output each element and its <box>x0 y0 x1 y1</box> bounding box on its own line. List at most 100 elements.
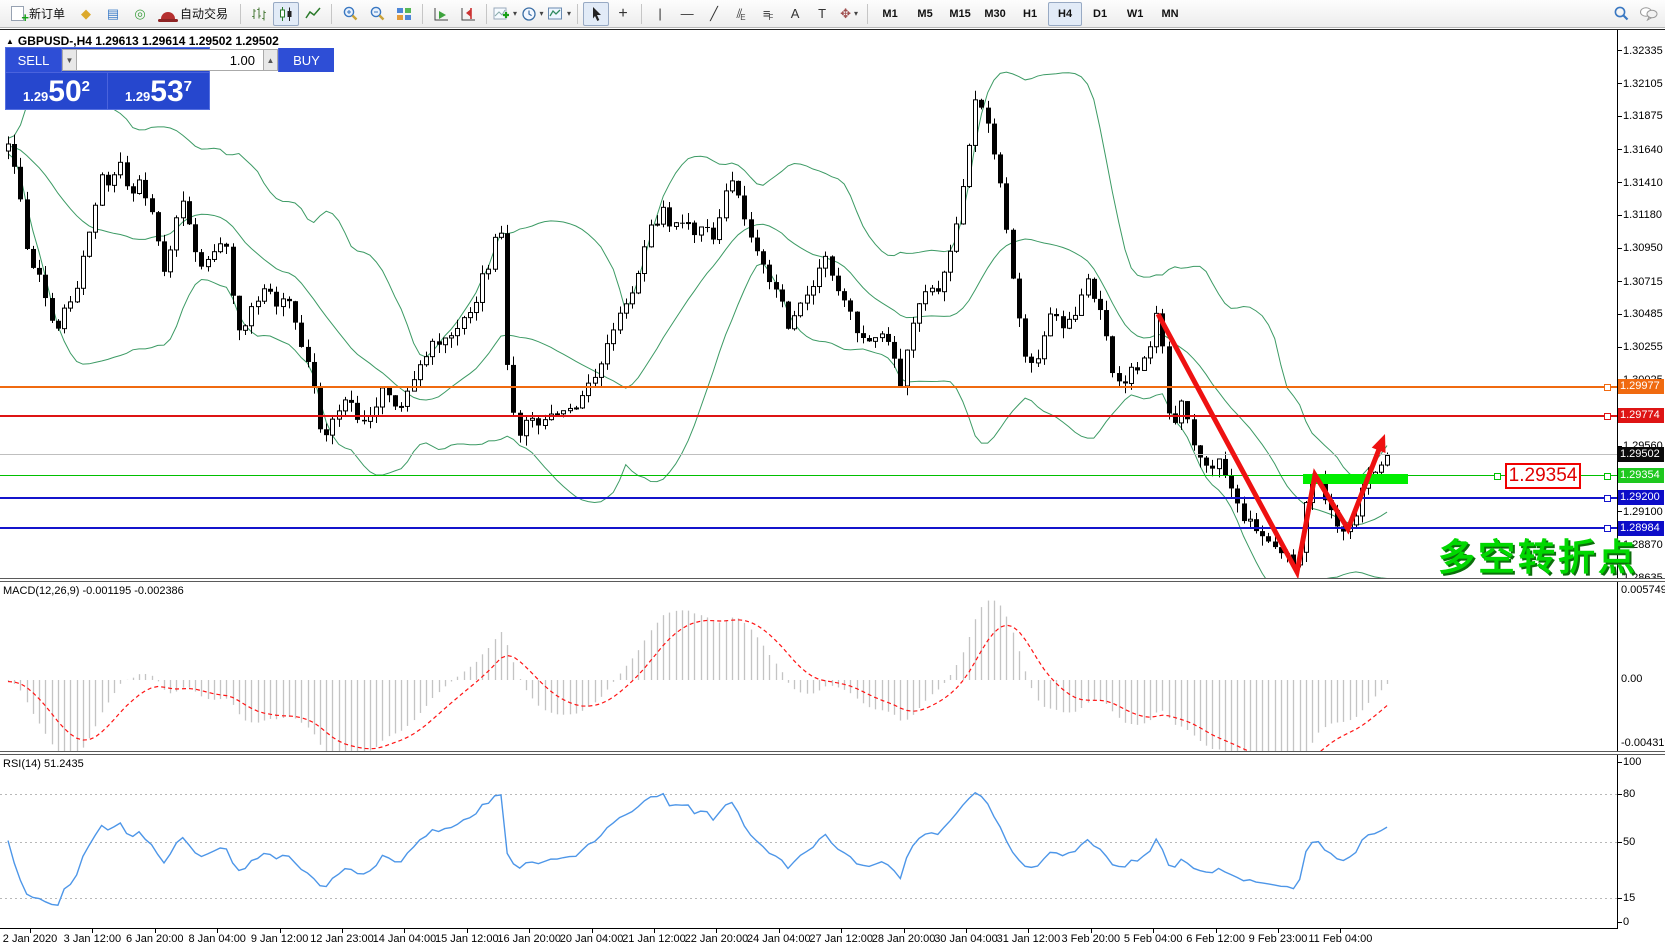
chat-icon[interactable] <box>1635 2 1661 26</box>
pane-separator-macd[interactable] <box>0 578 1665 582</box>
rsi-canvas[interactable] <box>0 755 1617 928</box>
indicators-icon-glyph <box>493 7 510 19</box>
candlestick-chart-icon-glyph <box>287 10 292 17</box>
rsi-tick <box>1618 921 1622 923</box>
arrows-icon-glyph: ▾ <box>854 9 859 18</box>
chart-shift-icon[interactable] <box>455 2 481 26</box>
new-order-button[interactable]: + 新订单 <box>4 2 72 26</box>
candlestick-chart-icon[interactable] <box>273 1 300 26</box>
tf-m15-button[interactable]: M15 <box>943 2 977 26</box>
resistance-line-orange-endpoint[interactable] <box>1604 383 1611 391</box>
line-chart-icon[interactable] <box>300 2 326 26</box>
resistance-line-red-label: 1.29774 <box>1618 408 1664 424</box>
tf-mn-button[interactable]: MN <box>1153 2 1187 26</box>
chat-icon-glyph <box>1646 9 1657 19</box>
time-tick-label: 14 Jan 04:00 <box>372 933 437 945</box>
resistance-line-red-endpoint[interactable] <box>1604 412 1611 420</box>
tf-w1-button-glyph: W1 <box>1126 7 1144 20</box>
buy-button[interactable]: BUY <box>278 48 334 72</box>
arrows-icon-glyph: ✥ <box>840 6 851 21</box>
price-tick-label: 1.32335 <box>1623 44 1663 57</box>
annotation-canvas[interactable] <box>0 31 1617 578</box>
collapse-icon[interactable]: ▲ <box>6 37 14 46</box>
time-tick-label: 3 Feb 20:00 <box>1061 933 1121 945</box>
time-tick-label: 22 Jan 20:00 <box>684 933 749 945</box>
turning-point-annotation[interactable]: 多空转折点 <box>1438 527 1638 581</box>
text-icon[interactable]: A <box>782 2 808 26</box>
community-icon-glyph: ◎ <box>134 6 146 21</box>
chart-title: ▲ GBPUSD-,H4 1.29613 1.29614 1.29502 1.29… <box>6 34 279 48</box>
rsi-indicator-label: RSI(14) 51.2435 <box>3 758 84 770</box>
price-tick <box>1618 149 1622 151</box>
diamond-icon[interactable]: ◆ <box>73 2 99 26</box>
support-line-green-endpoint[interactable] <box>1494 472 1501 480</box>
auto-scroll-icon[interactable] <box>428 2 454 26</box>
crosshair-icon[interactable]: + <box>610 2 636 26</box>
pane-separator-rsi[interactable] <box>0 751 1665 755</box>
vertical-line-icon-glyph: | <box>658 6 662 21</box>
templates-icon-glyph <box>548 7 563 19</box>
zoom-in-icon[interactable] <box>337 2 363 26</box>
time-axis-line <box>0 928 1617 929</box>
tile-windows-icon[interactable] <box>391 2 417 26</box>
time-tick-label: 9 Feb 23:00 <box>1248 933 1308 945</box>
templates-icon[interactable]: ▾ <box>546 2 572 26</box>
fibonacci-icon[interactable]: ≡ F <box>755 2 781 26</box>
sell-price[interactable]: 1.29 50 2 <box>6 73 107 109</box>
support-line-blue-upper-endpoint[interactable] <box>1604 494 1611 502</box>
sell-price-sup: 2 <box>81 78 91 95</box>
arrows-icon[interactable]: ✥ ▾ <box>836 2 862 26</box>
buy-price-prefix: 1.29 <box>124 89 151 104</box>
bar-chart-icon-glyph <box>252 7 266 20</box>
volume-increase-button[interactable]: ▲ <box>263 49 278 71</box>
buy-price-big: 53 <box>150 75 184 108</box>
toolbar-group-5: + <box>583 1 636 26</box>
price-tick <box>1618 83 1622 85</box>
search-icon[interactable] <box>1608 2 1634 26</box>
indicators-icon[interactable]: ▾ <box>492 2 518 26</box>
periods-icon[interactable]: ▾ <box>519 2 545 26</box>
terminal-icon[interactable]: ▤ <box>100 2 126 26</box>
terminal-icon-glyph: ▤ <box>106 6 120 21</box>
tf-h1-button[interactable]: H1 <box>1013 2 1047 26</box>
tf-m30-button[interactable]: M30 <box>978 2 1012 26</box>
cursor-icon-glyph <box>592 6 601 21</box>
tile-windows-icon-glyph <box>397 7 404 13</box>
volume-input[interactable] <box>77 49 263 71</box>
tf-m1-button[interactable]: M1 <box>873 2 907 26</box>
cursor-icon[interactable] <box>583 1 610 26</box>
price-tick-label: 1.32105 <box>1623 77 1663 90</box>
tf-w1-button[interactable]: W1 <box>1118 2 1152 26</box>
macd-axis-min: -0.004319 <box>1621 737 1665 749</box>
label-icon[interactable]: T <box>809 2 835 26</box>
crosshair-icon-glyph: + <box>618 4 628 22</box>
buy-price[interactable]: 1.29 53 7 <box>108 73 209 109</box>
support-line-blue-upper-label: 1.29200 <box>1618 490 1664 506</box>
rsi-tick <box>1618 793 1622 795</box>
bar-chart-icon[interactable] <box>246 2 272 26</box>
vertical-line-icon[interactable]: | <box>647 2 673 26</box>
chat-icon-glyph <box>1645 16 1652 21</box>
channel-icon[interactable]: ⫽ E <box>728 2 754 26</box>
chat-icon-glyph <box>1639 7 1657 21</box>
autotrading-button[interactable]: 自动交易 <box>154 2 235 26</box>
time-tick-label: 27 Jan 12:00 <box>809 933 873 945</box>
macd-canvas[interactable] <box>0 582 1617 751</box>
tf-h4-button[interactable]: H4 <box>1048 1 1083 26</box>
price-level-text-label[interactable]: 1.29354 <box>1505 463 1581 489</box>
toolbar-group-6: | — ╱ ⫽ E ≡ F A T ✥ ▾ <box>647 2 862 26</box>
tf-d1-button[interactable]: D1 <box>1083 2 1117 26</box>
tile-windows-icon-glyph <box>405 7 412 13</box>
chart-area[interactable]: ▲ GBPUSD-,H4 1.29613 1.29614 1.29502 1.29… <box>0 29 1665 950</box>
trendline-icon[interactable]: ╱ <box>701 2 727 26</box>
price-tick-label: 1.30485 <box>1623 308 1663 321</box>
volume-decrease-button[interactable]: ▼ <box>62 49 77 71</box>
tf-m5-button[interactable]: M5 <box>908 2 942 26</box>
zoom-out-icon[interactable] <box>364 2 390 26</box>
horizontal-line-icon[interactable]: — <box>674 2 700 26</box>
support-line-green-endpoint[interactable] <box>1604 472 1611 480</box>
community-icon[interactable]: ◎ <box>127 2 153 26</box>
toolbar: + 新订单 ◆ ▤ ◎ 自动交易 ▾ ▾ ▾ + | — ╱ ⫽ E ≡ F A T ✥ ▾ M1 M5 M15 M30 H1 H4… <box>0 0 1665 28</box>
trade-panel-controls: SELL ▼ ▲ BUY <box>6 48 334 73</box>
sell-button[interactable]: SELL <box>6 48 62 72</box>
